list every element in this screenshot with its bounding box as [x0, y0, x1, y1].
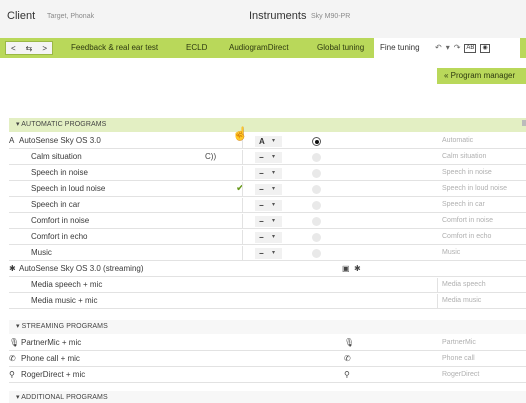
title-bar: Client Target, Phonak Instruments Sky M9…	[0, 0, 526, 38]
program-row-autosense[interactable]: A AutoSense Sky OS 3.0 A ▾ Automatic	[9, 134, 526, 149]
tab-ecld[interactable]: ECLD	[186, 38, 207, 58]
redo-icon[interactable]: ↷	[454, 38, 461, 58]
program-type-select[interactable]: − ▾	[255, 168, 282, 179]
program-label: RogerDirect + mic	[21, 370, 86, 379]
back-icon[interactable]: <	[11, 44, 16, 53]
roger-icon: ⚲	[9, 370, 15, 379]
program-label: Speech in car	[31, 200, 80, 209]
program-row[interactable]: Speech in car − ▾ Speech in car	[9, 198, 526, 213]
scrollbar[interactable]	[522, 120, 526, 126]
program-label: PartnerMic + mic	[21, 338, 82, 347]
program-label: Music	[31, 248, 52, 257]
forward-icon[interactable]: >	[42, 44, 47, 53]
program-label: Comfort in noise	[31, 216, 90, 225]
start-program-radio[interactable]	[312, 201, 321, 210]
program-row[interactable]: Comfort in echo − ▾ Comfort in echo	[9, 230, 526, 245]
phone-icon: ✆	[344, 354, 351, 363]
program-label: Media music + mic	[31, 296, 98, 305]
program-type-select[interactable]: − ▾	[255, 184, 282, 195]
program-label: Speech in loud noise	[31, 184, 106, 193]
program-row[interactable]: 🎙 PartnerMic + mic 🎙 PartnerMic	[9, 336, 526, 351]
instruments-label: Instruments	[249, 10, 307, 22]
program-row[interactable]: Media music + mic Media music	[9, 294, 526, 309]
program-label: Media speech + mic	[31, 280, 103, 289]
automatic-program-icon: A	[9, 136, 15, 145]
program-display-name[interactable]: Phone call	[442, 352, 475, 366]
program-row[interactable]: Speech in loud noise ✔ − ▾ Speech in loud…	[9, 182, 526, 197]
program-label: AutoSense Sky OS 3.0 (streaming)	[19, 264, 144, 273]
tab-global-tuning[interactable]: Global tuning	[317, 38, 364, 58]
mouse-pointer-icon: ☝	[232, 126, 249, 141]
program-display-name[interactable]: Music	[442, 246, 460, 260]
program-display-name[interactable]: Speech in car	[442, 198, 485, 212]
program-label: Speech in noise	[31, 168, 88, 177]
program-display-name[interactable]: Automatic	[442, 134, 473, 148]
bluetooth-icon: ✱	[354, 264, 361, 273]
program-row[interactable]: Music − ▾ Music	[9, 246, 526, 261]
microphone-icon: 🎙	[9, 338, 20, 347]
program-display-name[interactable]: RogerDirect	[442, 368, 479, 382]
phone-icon: ✆	[9, 354, 16, 363]
tab-tools: ↶ ▾ ↷ AB ◉	[435, 38, 490, 58]
program-label: Comfort in echo	[31, 232, 88, 241]
program-type-select[interactable]: − ▾	[255, 232, 282, 243]
start-program-radio[interactable]	[312, 249, 321, 258]
start-program-radio[interactable]	[312, 233, 321, 242]
program-type-select[interactable]: − ▾	[255, 216, 282, 227]
stop-icon[interactable]: ◉	[480, 43, 490, 53]
program-row[interactable]: Media speech + mic Media speech	[9, 278, 526, 293]
swap-icon[interactable]: ⇆	[26, 44, 33, 53]
program-row[interactable]: Speech in noise − ▾ Speech in noise	[9, 166, 526, 181]
program-type-select[interactable]: A ▾	[255, 136, 282, 147]
program-label: AutoSense Sky OS 3.0	[19, 136, 101, 145]
program-display-name[interactable]: Media music	[442, 294, 481, 308]
calm-situation-icon: C))	[205, 152, 217, 161]
start-program-radio[interactable]	[312, 185, 321, 194]
section-automatic-programs[interactable]: ▾ AUTOMATIC PROGRAMS	[9, 118, 526, 132]
program-display-name[interactable]: Comfort in noise	[442, 214, 493, 228]
program-type-select[interactable]: − ▾	[255, 152, 282, 163]
instruments-model[interactable]: Sky M90-PR	[311, 13, 350, 20]
tab-feedback[interactable]: Feedback & real ear test	[71, 38, 158, 58]
program-display-name[interactable]: Comfort in echo	[442, 230, 491, 244]
program-row[interactable]: ✆ Phone call + mic ✆ Phone call	[9, 352, 526, 367]
bluetooth-icon: ✱	[9, 264, 16, 273]
undo-dropdown-icon[interactable]: ▾	[446, 38, 450, 58]
microphone-icon: 🎙	[344, 338, 355, 347]
roger-icon: ⚲	[344, 370, 350, 379]
undo-icon[interactable]: ↶	[435, 38, 442, 58]
start-program-radio[interactable]	[312, 217, 321, 226]
program-manager-button[interactable]: « Program manager	[437, 68, 526, 84]
checkmark-icon: ✔	[236, 183, 245, 194]
section-additional-programs[interactable]: ▾ ADDITIONAL PROGRAMS	[9, 391, 526, 403]
program-label: Phone call + mic	[21, 354, 80, 363]
program-row-streaming-autosense[interactable]: ✱ AutoSense Sky OS 3.0 (streaming) ▣ ✱	[9, 262, 526, 277]
program-type-select[interactable]: − ▾	[255, 200, 282, 211]
nav-buttons: < ⇆ >	[5, 41, 53, 55]
start-program-radio[interactable]	[312, 169, 321, 178]
program-label: Calm situation	[31, 152, 82, 161]
program-row[interactable]: Calm situation C)) − ▾ Calm situation	[9, 150, 526, 165]
workflow-nav: < ⇆ > Feedback & real ear test ECLD Audi…	[0, 38, 526, 58]
section-streaming-programs[interactable]: ▾ STREAMING PROGRAMS	[9, 320, 526, 334]
program-row[interactable]: Comfort in noise − ▾ Comfort in noise	[9, 214, 526, 229]
ab-compare-icon[interactable]: AB	[464, 43, 477, 53]
program-display-name[interactable]: PartnerMic	[442, 336, 476, 350]
client-name[interactable]: Target, Phonak	[47, 13, 94, 20]
program-display-name[interactable]: Calm situation	[442, 150, 486, 164]
tab-audiogram-direct[interactable]: AudiogramDirect	[229, 38, 289, 58]
program-display-name[interactable]: Media speech	[442, 278, 486, 292]
program-row[interactable]: ⚲ RogerDirect + mic ⚲ RogerDirect	[9, 368, 526, 383]
program-display-name[interactable]: Speech in noise	[442, 166, 492, 180]
start-program-radio[interactable]	[312, 153, 321, 162]
start-program-radio[interactable]	[312, 137, 321, 146]
client-label: Client	[7, 10, 36, 22]
program-display-name[interactable]: Speech in loud noise	[442, 182, 507, 196]
tv-icon: ▣	[342, 264, 350, 273]
program-type-select[interactable]: − ▾	[255, 248, 282, 259]
